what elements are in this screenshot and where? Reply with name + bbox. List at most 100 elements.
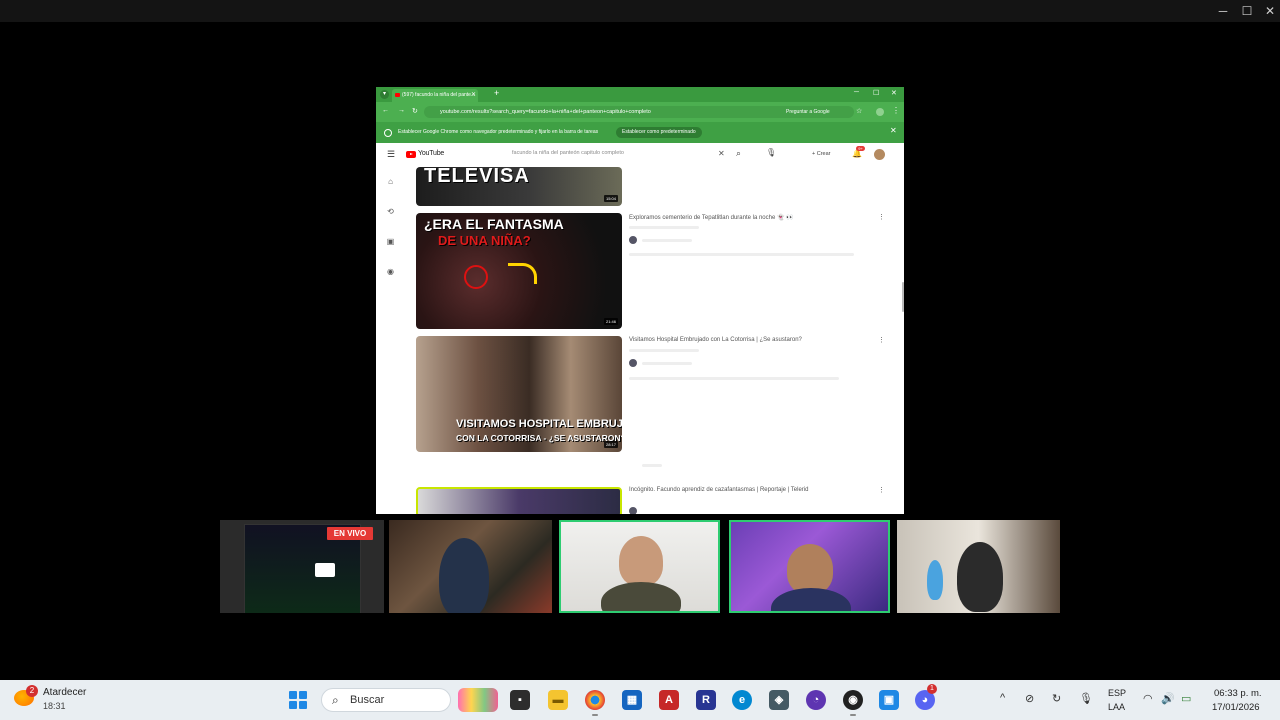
microphone-icon[interactable]: 🎙: [1079, 692, 1093, 705]
subscriptions-icon[interactable]: ▣: [386, 237, 395, 246]
battery-icon[interactable]: ▭: [1181, 692, 1191, 705]
video-thumbnail[interactable]: [416, 487, 622, 514]
channel-avatar[interactable]: [629, 359, 637, 367]
video-duration: 21:46: [603, 318, 618, 325]
screen-capture-icon[interactable]: ▣: [879, 690, 899, 710]
store-icon[interactable]: ▦: [622, 690, 642, 710]
revit-icon[interactable]: R: [696, 690, 716, 710]
set-default-button[interactable]: Establecer como predeterminado: [616, 127, 702, 138]
participant-face: [619, 536, 663, 586]
video-title[interactable]: Incógnito. Facundo aprendiz de cazafanta…: [629, 487, 808, 493]
video-options-icon[interactable]: ⋮: [878, 336, 885, 344]
video-duration: 28:17: [603, 441, 618, 448]
obs-icon[interactable]: ◉: [843, 690, 863, 710]
reload-icon[interactable]: ↻: [412, 107, 418, 115]
autocad-icon[interactable]: A: [659, 690, 679, 710]
create-button[interactable]: + Crear: [812, 151, 831, 157]
microphone-icon[interactable]: 🎙: [766, 148, 776, 157]
video-options-icon[interactable]: ⋮: [878, 486, 885, 494]
clear-search-icon[interactable]: ✕: [718, 149, 725, 158]
video-title[interactable]: Exploramos cementerio de Tepatlitlan dur…: [629, 214, 794, 221]
search-input[interactable]: facundo la niña del panteón capitulo com…: [512, 150, 624, 156]
chrome-menu-icon[interactable]: ⋮: [892, 106, 900, 115]
video-metadata: [629, 226, 699, 229]
hamburger-menu-icon[interactable]: ☰: [387, 149, 395, 160]
volume-icon[interactable]: 🔊: [1161, 692, 1175, 705]
running-indicator: [850, 714, 856, 716]
wifi-icon[interactable]: ◠: [1143, 692, 1153, 705]
youtube-logo-icon[interactable]: [406, 151, 416, 158]
default-browser-infobar: Establecer Google Chrome como navegador …: [376, 122, 904, 143]
participant-video-tile[interactable]: [389, 520, 552, 613]
live-badge: EN VIVO: [327, 527, 373, 540]
browser-maximize-icon[interactable]: ☐: [873, 89, 879, 97]
video-duration: 15:04: [603, 195, 618, 202]
browser-window: ▾ (597) facundo la niña del pante... ✕ +…: [376, 87, 904, 514]
profile-icon[interactable]: [876, 108, 884, 116]
participant-video-tile[interactable]: [559, 520, 720, 613]
tab-youtube[interactable]: (597) facundo la niña del pante... ✕: [392, 89, 478, 102]
close-icon[interactable]: ✕: [1262, 3, 1278, 19]
sketchup-icon[interactable]: ◈: [769, 690, 789, 710]
video-title[interactable]: Visitamos Hospital Embrujado con La Coto…: [629, 337, 802, 343]
edge-icon[interactable]: e: [732, 690, 752, 710]
keyboard-layout[interactable]: LAA: [1108, 702, 1125, 712]
language-indicator[interactable]: ESP: [1108, 688, 1126, 698]
participant-figure: [957, 542, 1003, 612]
search-highlight-icon[interactable]: [458, 688, 498, 712]
thumbnail-text: ¿ERA EL FANTASMA: [424, 216, 564, 232]
omnibox-bar: ← → ↻ youtube.com/results?search_query=f…: [376, 102, 904, 122]
sync-icon[interactable]: ↻: [1052, 692, 1061, 705]
browser-minimize-icon[interactable]: ─: [854, 89, 859, 96]
video-options-icon[interactable]: ⋮: [878, 213, 885, 221]
bookmark-star-icon[interactable]: ☆: [856, 107, 862, 115]
you-icon[interactable]: ◉: [386, 267, 395, 276]
channel-avatar[interactable]: [629, 507, 637, 514]
weather-badge: 2: [26, 685, 38, 697]
forward-icon[interactable]: →: [398, 107, 405, 114]
video-description: [629, 377, 839, 380]
video-thumbnail[interactable]: TELEVISA 15:04: [416, 167, 622, 206]
infobar-close-icon[interactable]: ✕: [890, 126, 897, 135]
page-scrollbar[interactable]: [902, 282, 904, 312]
taskbar-search[interactable]: ⌕ Buscar: [321, 688, 451, 712]
clock-date[interactable]: 17/01/2026: [1212, 702, 1260, 713]
video-description: [629, 253, 854, 256]
infobar-text: Establecer Google Chrome como navegador …: [398, 129, 599, 135]
youtube-header: ☰ YouTube facundo la niña del panteón ca…: [376, 143, 904, 167]
maximize-icon[interactable]: ☐: [1239, 3, 1255, 19]
weather-subtitle[interactable]: 18:31: [43, 701, 66, 711]
channel-avatar[interactable]: [629, 236, 637, 244]
video-thumbnail[interactable]: VISITAMOS HOSPITAL EMBRUJADO CON LA COTO…: [416, 336, 622, 452]
app-tray-icon[interactable]: ⊘: [1025, 692, 1034, 705]
browser-close-icon[interactable]: ✕: [891, 89, 897, 97]
weather-title[interactable]: Atardecer: [43, 687, 86, 698]
loading-indicator: [642, 464, 662, 467]
task-view-icon[interactable]: ▪: [510, 690, 530, 710]
messenger-icon[interactable]: ◔: [806, 690, 826, 710]
tab-search-icon[interactable]: ▾: [380, 90, 389, 99]
youtube-logo-text[interactable]: YouTube: [418, 150, 444, 157]
participant-video-tile[interactable]: [729, 520, 890, 613]
new-tab-icon[interactable]: +: [494, 88, 499, 98]
shorts-icon[interactable]: ⟲: [386, 207, 395, 216]
clock-time[interactable]: 06:33 p. m.: [1214, 688, 1262, 699]
search-icon[interactable]: ⌕: [736, 148, 741, 159]
back-icon[interactable]: ←: [382, 107, 389, 114]
video-metadata: [629, 349, 699, 352]
account-avatar[interactable]: [874, 149, 885, 160]
video-thumbnail[interactable]: ¿ERA EL FANTASMA DE UNA NIÑA? 21:46: [416, 213, 622, 329]
thumbnail-text: VISITAMOS HOSPITAL EMBRUJADO: [456, 418, 622, 430]
participant-video-tile[interactable]: [897, 520, 1060, 613]
channel-name[interactable]: [642, 362, 692, 365]
file-explorer-icon[interactable]: ▬: [548, 690, 568, 710]
windows-start-icon[interactable]: [289, 691, 307, 709]
channel-name[interactable]: [642, 239, 692, 242]
home-icon[interactable]: ⌂: [386, 177, 395, 186]
chrome-app-icon[interactable]: [585, 690, 605, 710]
tab-close-icon[interactable]: ✕: [471, 89, 476, 102]
show-hidden-icons-icon[interactable]: ^: [1000, 692, 1005, 704]
thumbnail-text: TELEVISA: [424, 167, 530, 187]
ask-google-button[interactable]: Preguntar a Google: [786, 106, 830, 118]
minimize-icon[interactable]: ─: [1215, 3, 1231, 19]
